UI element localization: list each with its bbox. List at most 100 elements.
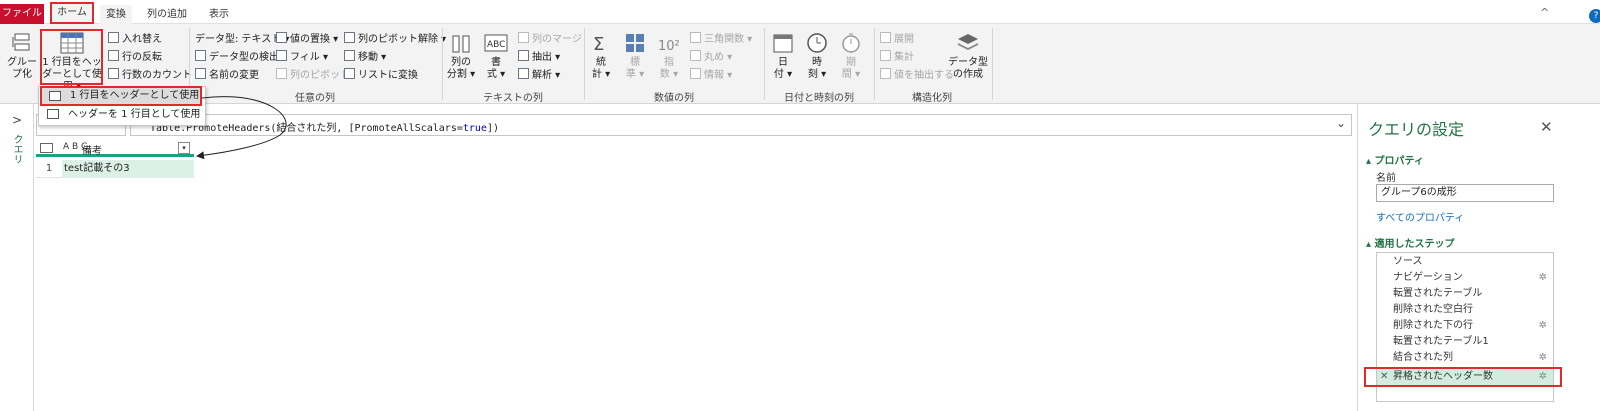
- time-button[interactable]: 時 刻 ▾: [802, 32, 832, 81]
- queries-pane-label[interactable]: クエリ: [11, 134, 24, 164]
- date-label-1: 日: [778, 57, 788, 68]
- replace-values-button[interactable]: 値の置換 ▾: [276, 30, 338, 45]
- rounding-icon: [690, 50, 701, 61]
- move-icon: [344, 50, 355, 61]
- scientific-button[interactable]: 10² 指 数 ▾: [656, 32, 682, 81]
- statistics-button[interactable]: Σ 統 計 ▾: [588, 32, 614, 81]
- reverse-rows-icon: [108, 50, 119, 61]
- fill-icon: [276, 50, 287, 61]
- information-icon: [690, 68, 701, 79]
- fill-label: フィル ▾: [290, 52, 328, 63]
- ribbon-tabs: ファイル ホーム 変換 列の追加 表示 ^ ?: [0, 0, 1600, 24]
- duration-button[interactable]: 期 間 ▾: [836, 32, 866, 81]
- applied-step[interactable]: ナビゲーション ✲: [1377, 270, 1553, 286]
- pivot-column-label: 列のピボット: [290, 70, 350, 81]
- applied-step[interactable]: 転置されたテーブル1: [1377, 334, 1553, 350]
- count-rows-label: 行数のカウント: [122, 70, 192, 81]
- expand-formula-icon[interactable]: ⌄: [1336, 116, 1346, 130]
- aggregate-icon: [880, 50, 891, 61]
- stopwatch-icon: [842, 33, 860, 53]
- tab-add-column[interactable]: 列の追加: [142, 5, 192, 24]
- step-label: ナビゲーション: [1393, 272, 1463, 283]
- create-data-type-button[interactable]: データ型 の作成: [948, 32, 988, 81]
- column-filter-dropdown-icon[interactable]: ▾: [178, 142, 190, 154]
- group-by-icon: [12, 33, 30, 51]
- tab-file[interactable]: ファイル: [0, 4, 44, 24]
- detect-data-type-button[interactable]: データ型の検出: [195, 48, 279, 63]
- count-rows-icon: [108, 68, 119, 79]
- parse-button[interactable]: 解析 ▾: [518, 66, 560, 81]
- group-label-text-column: テキストの列: [483, 93, 543, 104]
- applied-step[interactable]: 削除された空白行: [1377, 302, 1553, 318]
- expand-label: 展開: [894, 34, 914, 45]
- table-cell[interactable]: test記載その3: [62, 160, 194, 178]
- step-label: 削除された空白行: [1393, 304, 1473, 315]
- expand-button[interactable]: 展開: [880, 30, 914, 45]
- applied-step[interactable]: 削除された下の行 ✲: [1377, 318, 1553, 334]
- extract-values-button[interactable]: 値を抽出する: [880, 66, 954, 81]
- standard-button[interactable]: 標 準 ▾: [622, 32, 648, 81]
- extract-label: 抽出 ▾: [532, 52, 561, 63]
- group-by-label-2: プ化: [12, 69, 32, 80]
- table-icon: [47, 109, 59, 119]
- standard-label-2: 準 ▾: [625, 69, 645, 80]
- information-label: 情報 ▾: [704, 70, 733, 81]
- create-type-label-1: データ型: [948, 57, 988, 68]
- column-name[interactable]: 備考: [82, 142, 102, 157]
- duration-label-1: 期: [846, 57, 856, 68]
- group-by-button[interactable]: グルー プ化: [6, 32, 38, 81]
- move-button[interactable]: 移動 ▾: [344, 48, 386, 63]
- rename-button[interactable]: 名前の変更: [195, 66, 259, 81]
- extract-values-icon: [880, 68, 891, 79]
- tab-home[interactable]: ホーム: [50, 2, 94, 24]
- query-name-input[interactable]: グループ6の成形: [1376, 184, 1554, 202]
- help-icon[interactable]: ?: [1589, 9, 1600, 23]
- menu-item-use-headers-as-first-row[interactable]: ヘッダーを 1 行目として使用: [40, 106, 202, 124]
- name-label: 名前: [1376, 173, 1396, 184]
- reverse-rows-button[interactable]: 行の反転: [108, 48, 162, 63]
- merge-columns-button[interactable]: 列のマージ: [518, 30, 582, 45]
- applied-step[interactable]: 結合された列 ✲: [1377, 350, 1553, 366]
- tab-view[interactable]: 表示: [202, 5, 236, 24]
- unpivot-columns-button[interactable]: 列のピボット解除 ▾: [344, 30, 446, 45]
- gear-icon[interactable]: ✲: [1539, 318, 1547, 334]
- convert-to-list-button[interactable]: リストに変換: [344, 66, 418, 81]
- count-rows-button[interactable]: 行数のカウント: [108, 66, 192, 81]
- step-label: 結合された列: [1393, 352, 1453, 363]
- date-button[interactable]: 日 付 ▾: [768, 32, 798, 81]
- rename-label: 名前の変更: [209, 70, 259, 81]
- separator: [992, 28, 993, 100]
- split-label-1: 列の: [451, 57, 471, 68]
- applied-steps-section-title[interactable]: ▴ 適用したステップ: [1366, 235, 1455, 250]
- svg-text:10²: 10²: [658, 39, 680, 54]
- menu-item-use-first-row-as-headers[interactable]: 1 行目をヘッダーとして使用: [40, 86, 202, 106]
- tab-transform[interactable]: 変換: [100, 5, 132, 24]
- aggregate-button[interactable]: 集計: [880, 48, 914, 63]
- close-icon[interactable]: ✕: [1540, 118, 1553, 136]
- expand-queries-icon[interactable]: >: [12, 113, 22, 127]
- collapse-ribbon-icon[interactable]: ^: [1540, 6, 1549, 19]
- applied-step[interactable]: ソース: [1377, 254, 1553, 270]
- format-button[interactable]: ABC 書 式 ▾: [482, 32, 510, 81]
- data-type-layers-icon: [958, 34, 978, 50]
- table-menu-icon[interactable]: [40, 143, 53, 153]
- properties-section-title[interactable]: ▴ プロパティ: [1366, 152, 1424, 167]
- gear-icon[interactable]: ✲: [1539, 270, 1547, 286]
- transpose-button[interactable]: 入れ替え: [108, 30, 162, 45]
- group-label-structured: 構造化列: [912, 93, 952, 104]
- fill-button[interactable]: フィル ▾: [276, 48, 328, 63]
- trigonometry-button[interactable]: 三角関数 ▾: [690, 30, 752, 45]
- replace-values-icon: [276, 32, 287, 43]
- all-properties-link[interactable]: すべてのプロパティ: [1376, 209, 1464, 224]
- information-button[interactable]: 情報 ▾: [690, 66, 732, 81]
- rounding-button[interactable]: 丸め ▾: [690, 48, 732, 63]
- applied-step[interactable]: 転置されたテーブル: [1377, 286, 1553, 302]
- extract-button[interactable]: 抽出 ▾: [518, 48, 560, 63]
- split-column-button[interactable]: 列の 分割 ▾: [446, 32, 476, 81]
- column-header[interactable]: [36, 140, 194, 157]
- rounding-label: 丸め ▾: [704, 52, 733, 63]
- transpose-label: 入れ替え: [122, 34, 162, 45]
- rename-icon: [195, 68, 206, 79]
- pivot-column-button[interactable]: 列のピボット: [276, 66, 350, 81]
- gear-icon[interactable]: ✲: [1539, 350, 1547, 366]
